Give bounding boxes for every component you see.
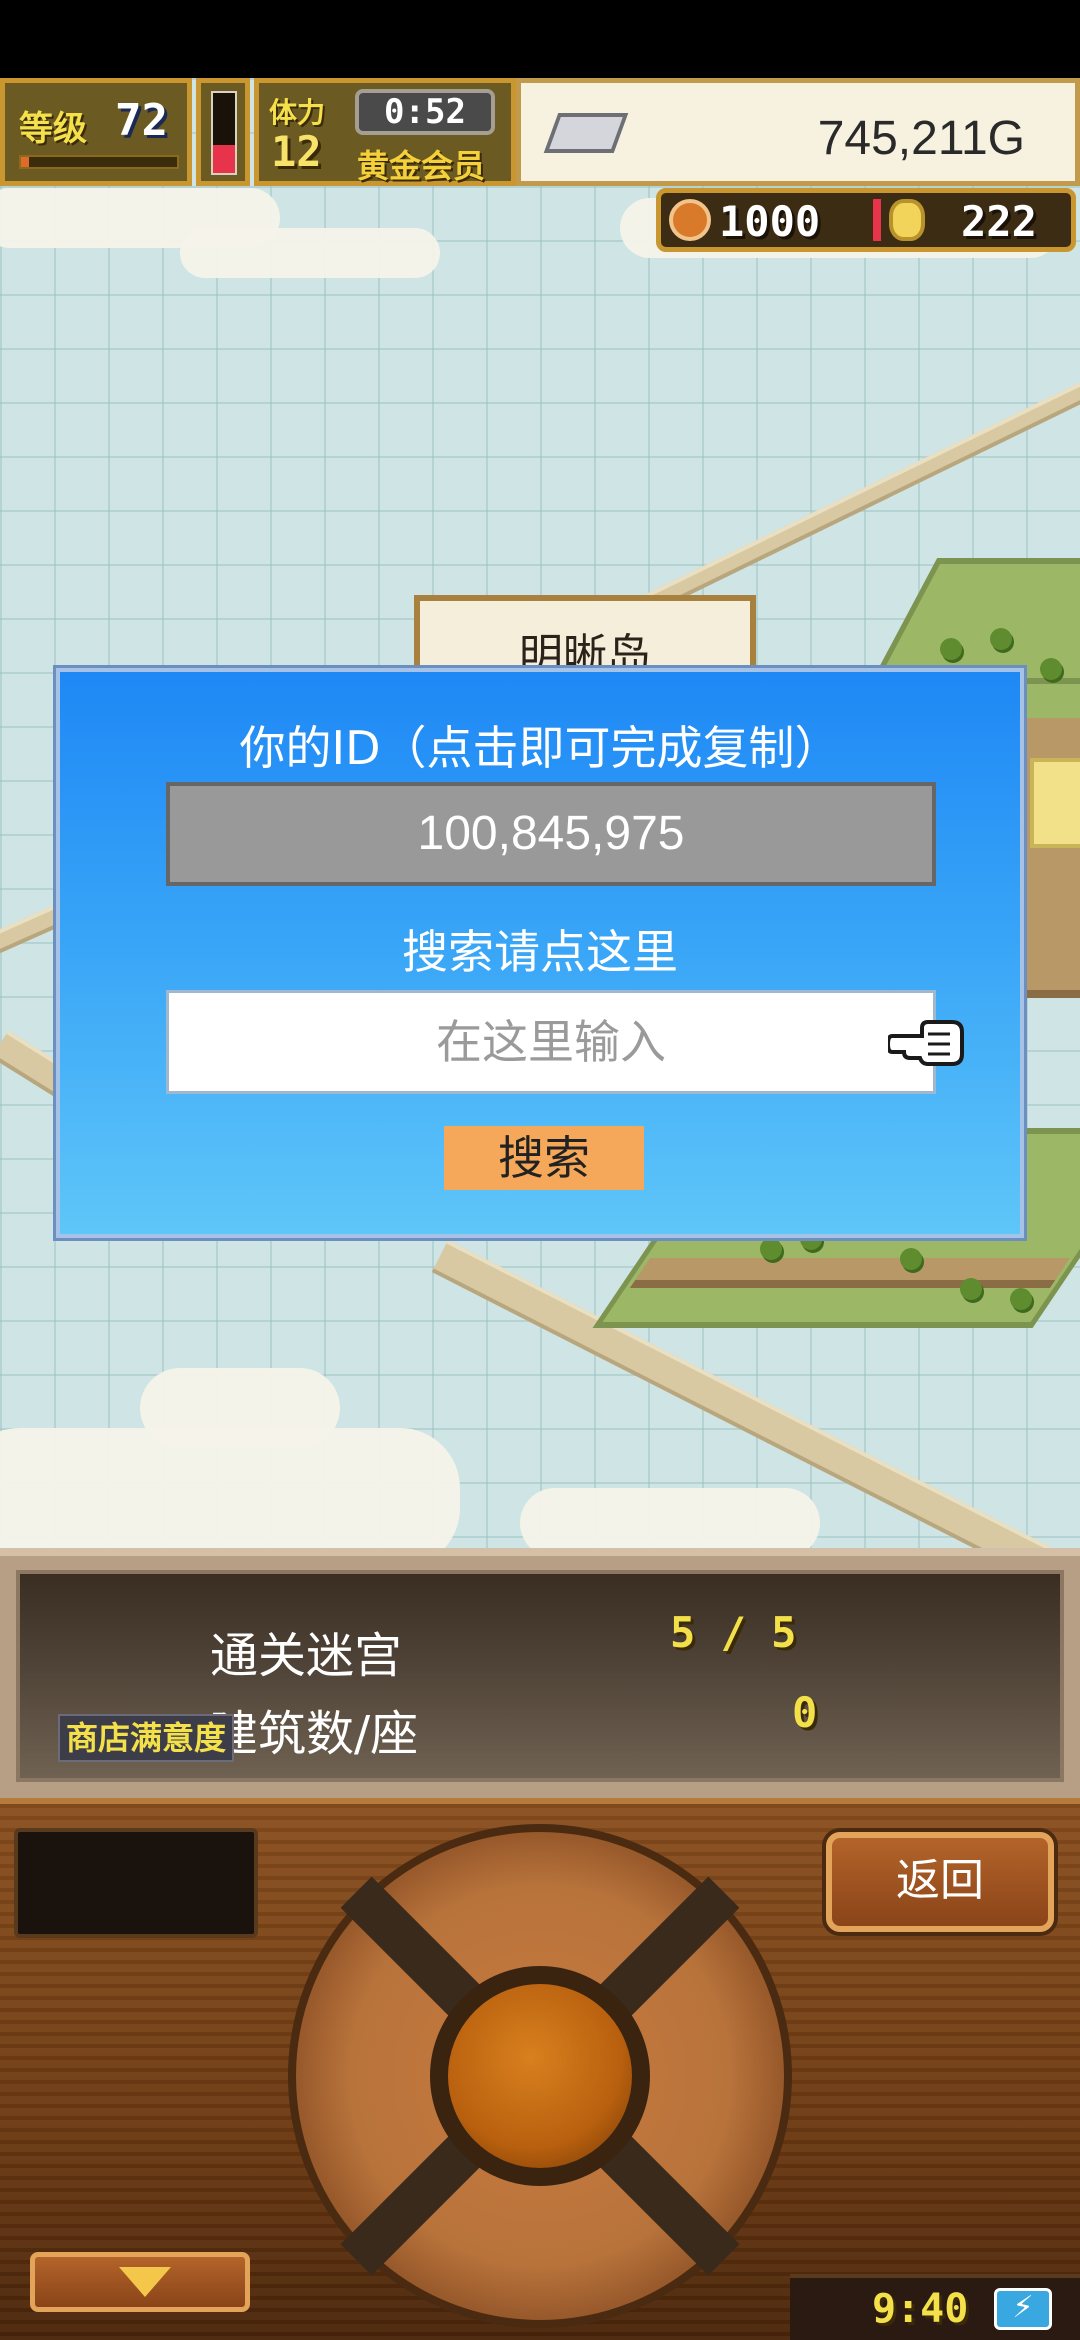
tree xyxy=(940,638,962,660)
currency-b-value: 222 xyxy=(961,197,1037,246)
cloud xyxy=(520,1488,820,1548)
stat-label-dungeons: 通关迷宫 xyxy=(210,1628,403,1684)
battery-icon: ⚡ xyxy=(994,2288,1052,2330)
collapse-down-button[interactable] xyxy=(30,2252,250,2312)
id-search-dialog: 你的ID（点击即可完成复制） 100,845,975 搜索请点这里 搜索 xyxy=(53,665,1027,1241)
gold-amount: 745,211G xyxy=(817,112,1025,165)
island-name-label[interactable]: 明晰岛 xyxy=(414,595,756,681)
pointing-hand-icon xyxy=(888,1020,964,1066)
cloud xyxy=(180,228,440,278)
currency-a-value: 1000 xyxy=(719,197,821,246)
strength-label: 体力 xyxy=(269,96,326,129)
dialog-title: 你的ID（点击即可完成复制） xyxy=(239,721,841,775)
map-island-side xyxy=(629,1258,1071,1288)
strength-value: 12 xyxy=(271,127,322,176)
tree xyxy=(1040,658,1062,680)
search-button[interactable]: 搜索 xyxy=(444,1126,644,1190)
ticket-coin-icon xyxy=(669,199,711,241)
stamina-panel xyxy=(196,78,250,186)
top-black-strip xyxy=(0,0,1080,78)
level-progress-bar xyxy=(19,155,179,169)
tree xyxy=(960,1278,982,1300)
level-panel: 等级 72 xyxy=(0,78,192,186)
tree xyxy=(760,1238,782,1260)
tree xyxy=(1010,1288,1032,1310)
timer-display: 0:52 xyxy=(355,89,495,135)
empty-slot xyxy=(14,1828,258,1938)
tree xyxy=(900,1248,922,1270)
level-progress-fill xyxy=(21,157,29,167)
clock-panel: 9:40 ⚡ xyxy=(790,2274,1080,2340)
strength-panel: 体力 12 0:52 黄金会员 xyxy=(254,78,516,186)
level-label: 等级 xyxy=(19,109,87,149)
island-stats-panel: 通关迷宫 5 / 5 建筑数/座 0 商店满意度 xyxy=(0,1548,1080,1798)
currency-separator xyxy=(873,199,881,241)
stamina-gauge xyxy=(211,91,237,175)
shop-satisfaction-badge: 商店满意度 xyxy=(58,1714,235,1762)
silver-bar-icon xyxy=(543,113,629,153)
dpad-center-button[interactable] xyxy=(430,1966,650,2186)
controller-area: 返回 9:40 ⚡ xyxy=(0,1798,1080,2340)
currency-bar: 1000 222 xyxy=(656,188,1076,252)
map-yellow-tile xyxy=(1030,758,1080,848)
gold-panel: 745,211G xyxy=(516,78,1080,186)
chevron-down-icon xyxy=(119,2267,171,2297)
gold-coin-icon xyxy=(889,199,925,241)
stat-label-buildings: 建筑数/座 xyxy=(210,1706,419,1762)
membership-label[interactable]: 黄金会员 xyxy=(357,141,485,187)
stamina-fill xyxy=(213,145,235,173)
cloud xyxy=(140,1368,340,1448)
stat-value-buildings: 0 xyxy=(792,1688,818,1737)
return-button[interactable]: 返回 xyxy=(826,1832,1054,1932)
top-hud: 等级 72 体力 12 0:52 黄金会员 745,211G xyxy=(0,78,1080,186)
tree xyxy=(990,628,1012,650)
level-value: 72 xyxy=(115,95,168,146)
stat-value-dungeons: 5 / 5 xyxy=(670,1608,797,1657)
dpad[interactable] xyxy=(288,1824,792,2328)
clock-time: 9:40 xyxy=(872,2286,969,2332)
search-label: 搜索请点这里 xyxy=(402,925,678,979)
user-id-copy-box[interactable]: 100,845,975 xyxy=(166,782,936,886)
search-input[interactable] xyxy=(166,990,936,1094)
